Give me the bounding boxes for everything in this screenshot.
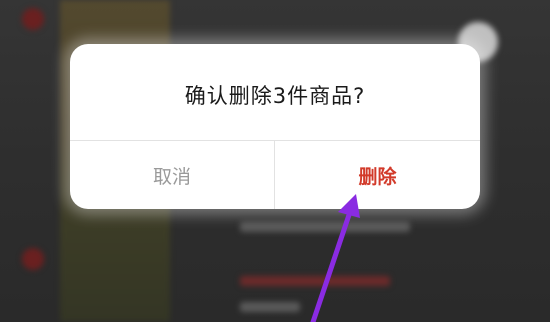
background-select-circle-top bbox=[22, 8, 44, 30]
screen: 确认删除3件商品? 取消 删除 bbox=[0, 0, 550, 322]
delete-button[interactable]: 删除 bbox=[275, 141, 480, 209]
background-select-circle-bottom bbox=[22, 248, 44, 270]
background-text-line bbox=[240, 222, 410, 232]
dialog-title: 确认删除3件商品? bbox=[184, 84, 366, 108]
background-text-line bbox=[240, 302, 300, 312]
background-price-line bbox=[240, 276, 390, 286]
cancel-button[interactable]: 取消 bbox=[70, 141, 274, 209]
confirm-delete-dialog: 确认删除3件商品? 取消 删除 bbox=[70, 44, 480, 209]
